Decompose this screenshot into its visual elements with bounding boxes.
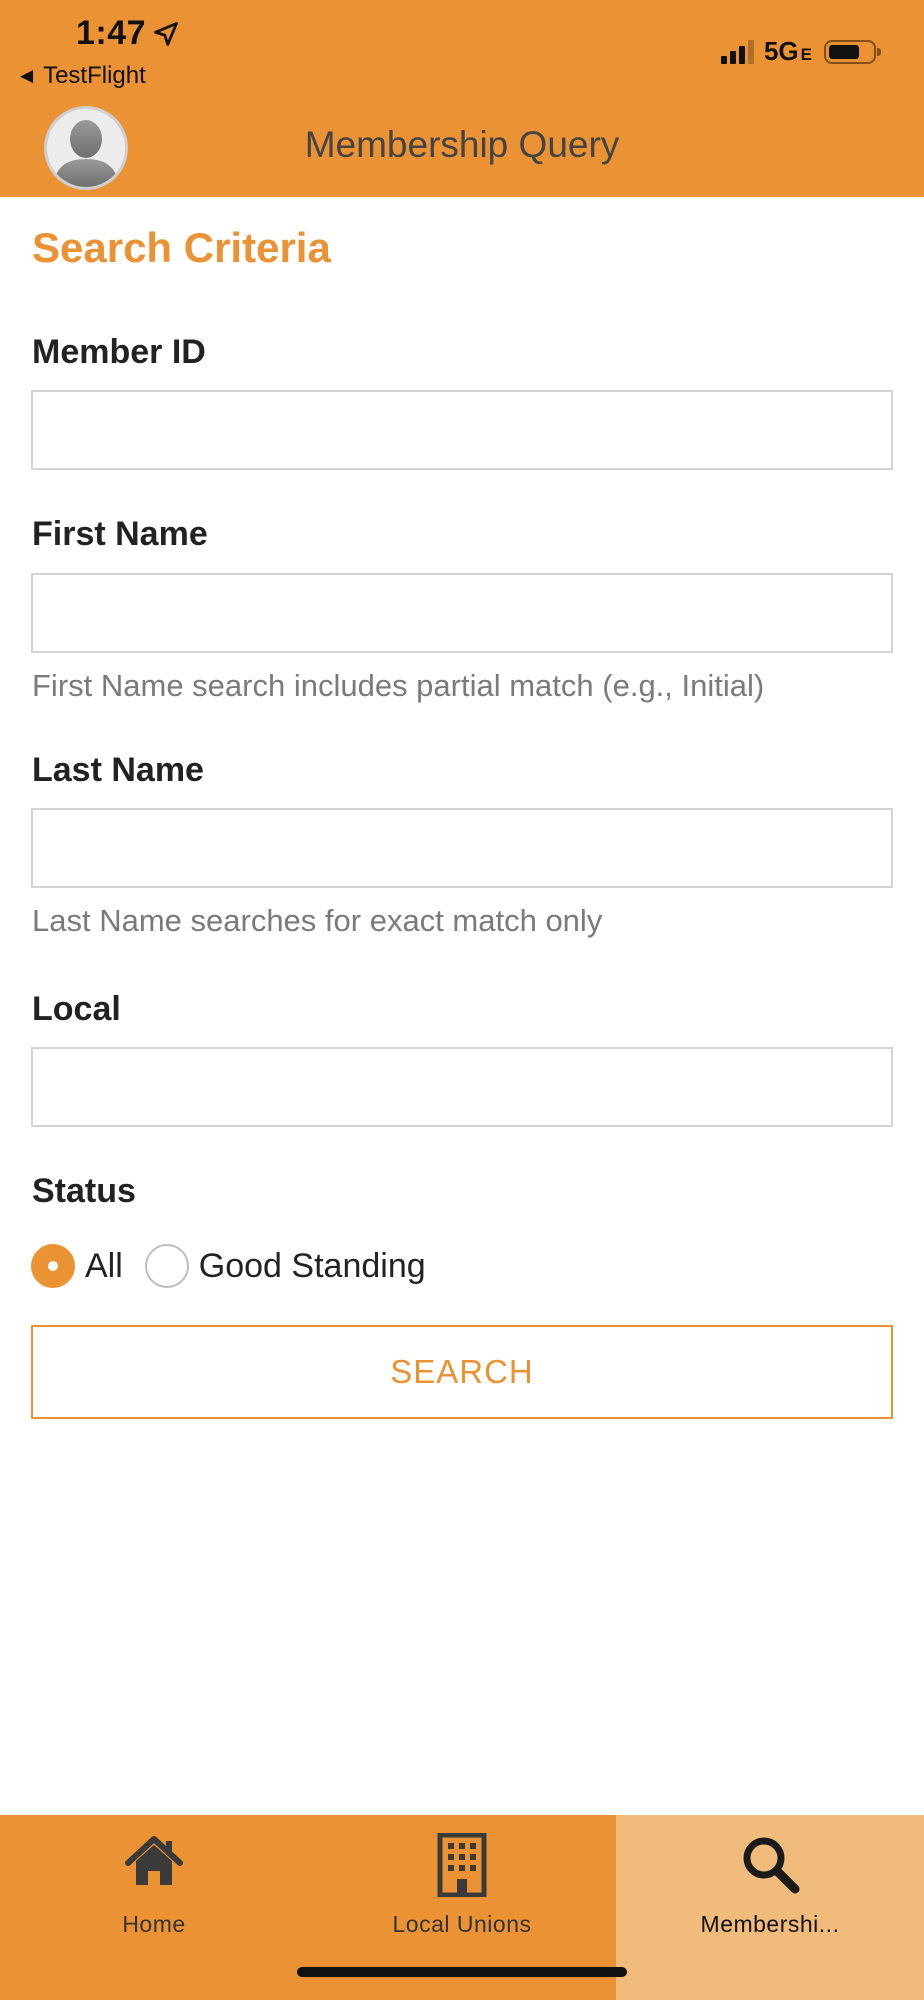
building-icon — [437, 1833, 487, 1897]
member-id-input[interactable] — [31, 390, 893, 470]
first-name-label: First Name — [32, 515, 208, 553]
first-name-hint: First Name search includes partial match… — [32, 668, 765, 703]
status-option-all[interactable]: All — [31, 1244, 123, 1288]
first-name-input[interactable] — [31, 573, 893, 653]
radio-all[interactable] — [31, 1244, 75, 1288]
home-indicator[interactable] — [297, 1967, 627, 1977]
back-triangle-icon: ◀ — [20, 66, 34, 85]
status-indicators: 5G E — [720, 36, 881, 67]
search-icon — [743, 1837, 800, 1894]
header-bar: 1:47 ◀ TestFlight 5G E Membership Query — [0, 0, 924, 197]
tab-home-label: Home — [122, 1911, 186, 1937]
radio-all-label: All — [85, 1246, 123, 1285]
local-input[interactable] — [31, 1047, 893, 1127]
local-label: Local — [32, 990, 121, 1028]
tab-membership[interactable]: Membershi... — [616, 1815, 924, 2000]
cellular-signal-icon — [720, 39, 754, 64]
member-id-label: Member ID — [32, 333, 206, 371]
radio-good-standing[interactable] — [144, 1244, 189, 1288]
last-name-hint: Last Name searches for exact match only — [32, 903, 603, 938]
status-time: 1:47 — [76, 14, 147, 52]
page-title: Membership Query — [304, 124, 620, 165]
status-radio-group: All Good Standing — [31, 1244, 448, 1288]
tab-local-unions-label: Local Unions — [392, 1911, 532, 1937]
status-label: Status — [32, 1172, 136, 1210]
location-arrow-icon — [154, 22, 178, 46]
network-type: 5G E — [763, 36, 812, 66]
status-option-good-standing[interactable]: Good Standing — [144, 1244, 426, 1288]
search-button[interactable]: SEARCH — [31, 1325, 893, 1419]
radio-good-standing-label: Good Standing — [198, 1246, 426, 1285]
section-title: Search Criteria — [32, 224, 331, 271]
back-app-label: TestFlight — [43, 62, 146, 89]
last-name-input[interactable] — [31, 808, 893, 888]
tab-membership-label: Membershi... — [700, 1911, 840, 1937]
last-name-label: Last Name — [32, 751, 204, 789]
back-to-app-link[interactable]: ◀ TestFlight — [20, 62, 146, 90]
home-icon — [125, 1836, 183, 1885]
tab-home[interactable]: Home — [0, 1815, 308, 2000]
battery-icon — [824, 39, 881, 64]
